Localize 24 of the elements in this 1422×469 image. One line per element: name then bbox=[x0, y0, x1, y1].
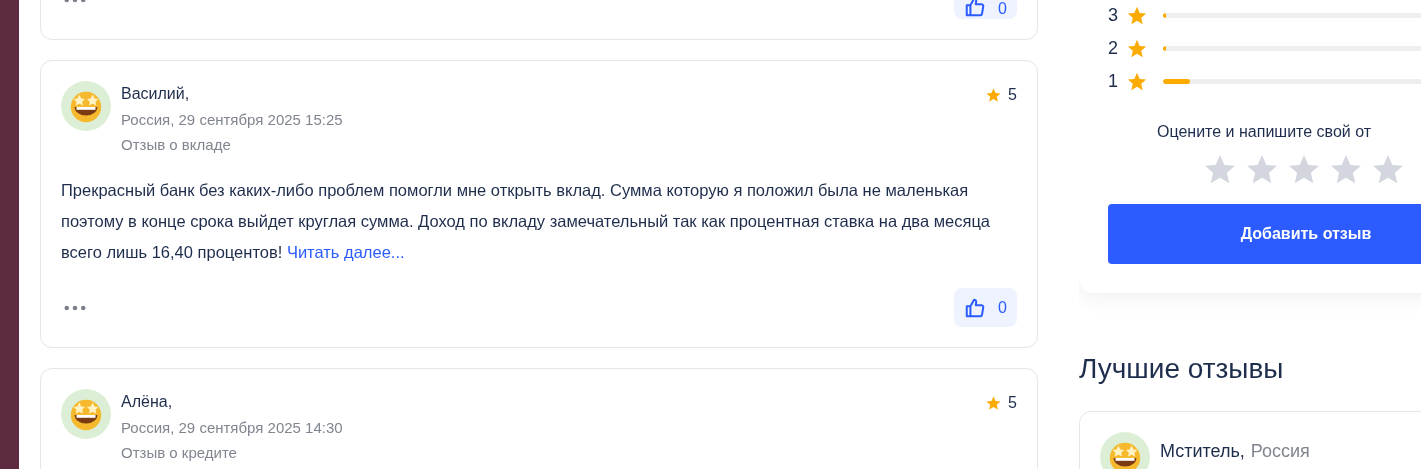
thumbs-up-icon bbox=[964, 0, 987, 18]
rating-label: 3 bbox=[1108, 5, 1119, 26]
like-button[interactable]: 0 bbox=[954, 288, 1017, 327]
read-more-link[interactable]: Читать далее... bbox=[286, 243, 405, 261]
author-location: Россия bbox=[1250, 440, 1310, 463]
star-icon bbox=[985, 394, 1003, 412]
review-text: Прекрасный банк без каких-либо проблем помогли мне открыть вклад. Сумма которую я положил была не маленькая поэтому в конце срока выйдет круглая сумма. Доход по вкладу замечательный так как процентная ставка на два месяца всего лишь 16,40 процентов! Читать далее... bbox=[61, 180, 991, 263]
review-meta: Россия, 29 сентября 2025 14:30 bbox=[121, 418, 344, 438]
review-meta: Россия, 29 сентября 2025 15:25 bbox=[121, 110, 344, 130]
review-topic: Отзыв о вкладе bbox=[121, 135, 232, 155]
rate-prompt: Оцените и напишите свой от bbox=[1157, 122, 1373, 142]
thumbs-up-icon bbox=[964, 296, 987, 319]
star-icon bbox=[985, 86, 1003, 104]
rating-value: 5 bbox=[1008, 393, 1017, 413]
rating-label: 1 bbox=[1108, 71, 1119, 92]
author-name: Василий, bbox=[121, 84, 191, 104]
like-button[interactable]: 0 bbox=[954, 0, 1017, 19]
add-review-button[interactable]: Добавить отзыв bbox=[1108, 204, 1421, 264]
rating-label: 2 bbox=[1108, 38, 1119, 59]
author-name: Алёна, bbox=[121, 392, 174, 412]
review-topic: Отзыв о кредите bbox=[121, 443, 238, 463]
author-name: Мститель, bbox=[1160, 440, 1245, 463]
section-title: Лучшие отзывы bbox=[1079, 352, 1285, 386]
rating-value: 5 bbox=[1008, 85, 1017, 105]
